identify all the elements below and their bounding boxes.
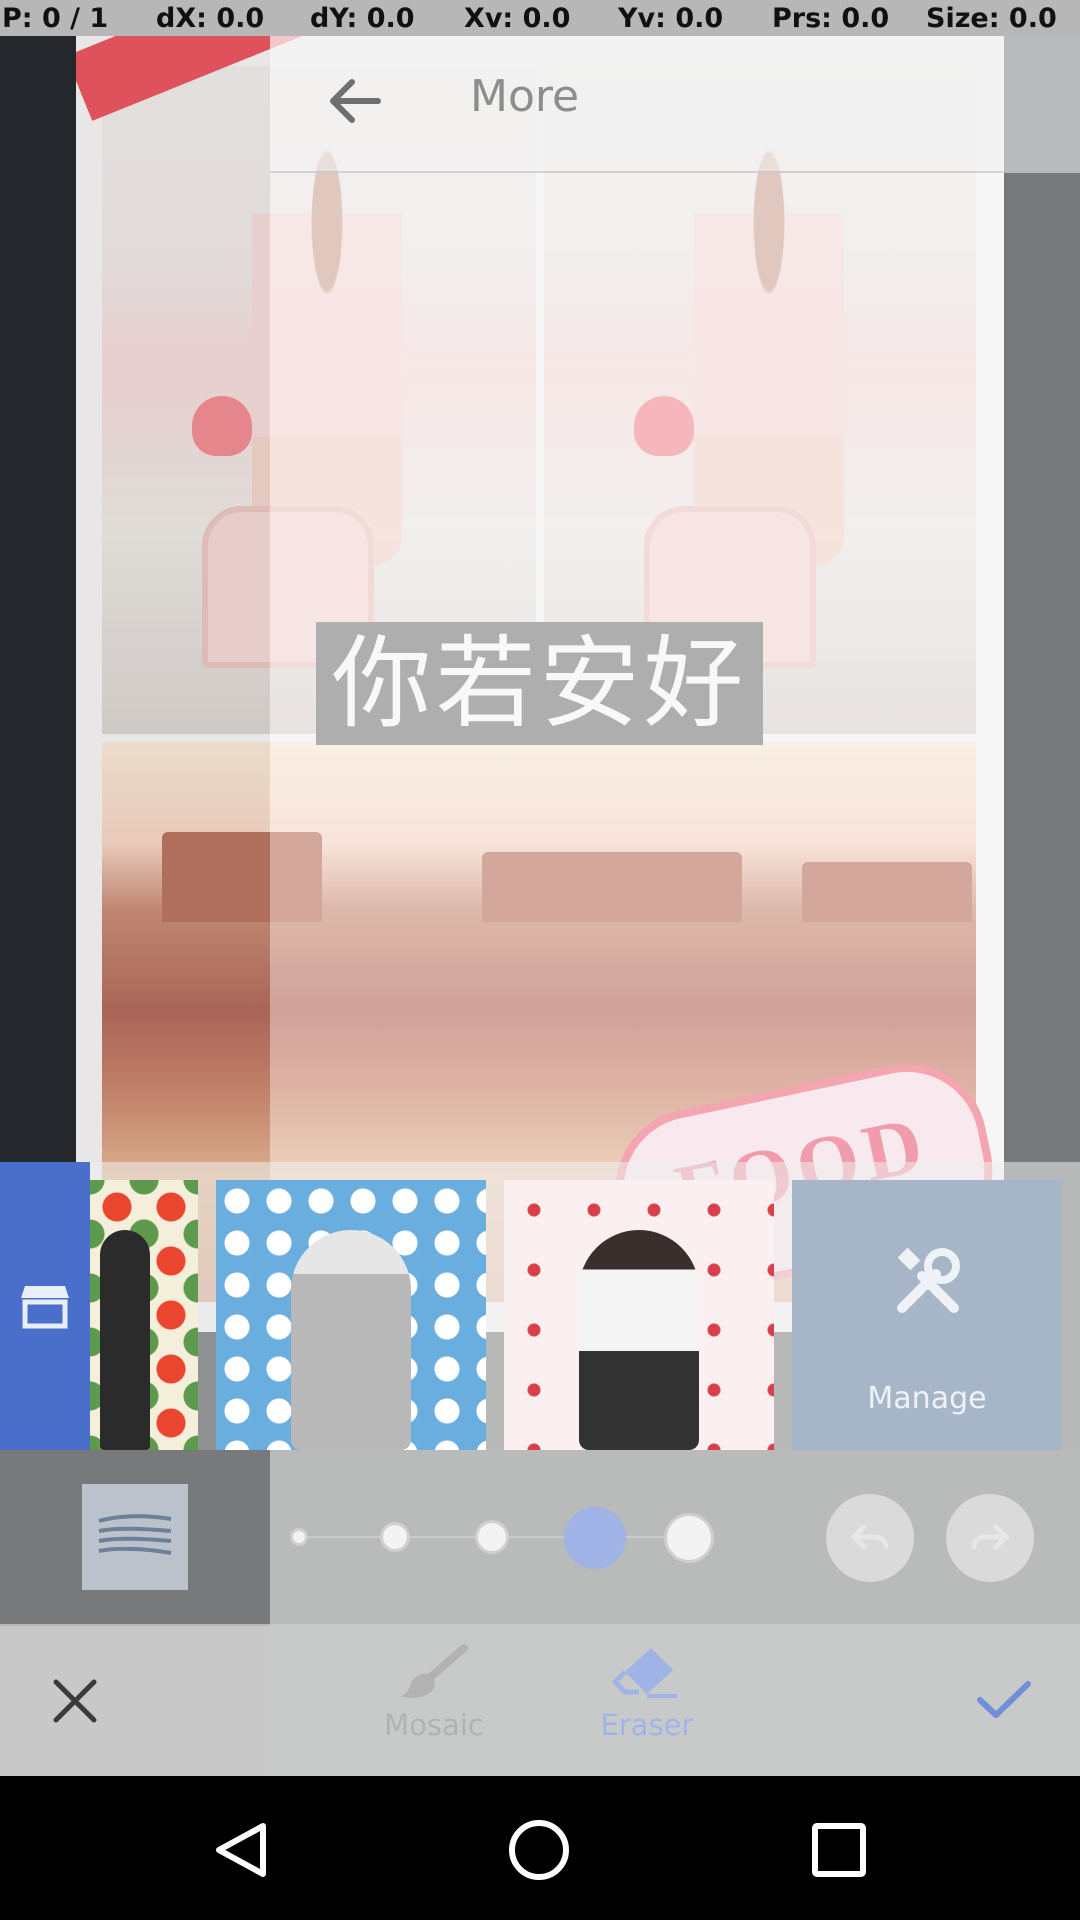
pointer-location-bar: P: 0 / 1 dX: 0.0 dY: 0.0 Xv: 0.0 Yv: 0.0… — [0, 0, 1080, 36]
mosaic-tool[interactable]: Mosaic — [359, 1644, 509, 1764]
arrow-left-icon — [330, 79, 381, 123]
mosaic-label: Mosaic — [384, 1708, 484, 1742]
redo-button[interactable] — [946, 1494, 1034, 1582]
circle-home-icon — [509, 1820, 569, 1880]
close-icon — [53, 1679, 97, 1723]
brush-preview[interactable] — [82, 1484, 188, 1590]
sticker-thumbnail[interactable] — [90, 1180, 198, 1450]
brush-size-option[interactable] — [475, 1520, 509, 1554]
velocity-x: Xv: 0.0 — [464, 2, 571, 34]
pressure: Prs: 0.0 — [772, 2, 890, 34]
manage-label: Manage — [867, 1381, 987, 1416]
wrench-screwdriver-icon — [897, 1247, 960, 1313]
check-icon — [977, 1681, 1031, 1718]
manage-button[interactable]: Manage — [792, 1180, 1062, 1450]
undo-icon — [850, 1524, 889, 1550]
velocity-y: Yv: 0.0 — [618, 2, 724, 34]
touch-size: Size: 0.0 — [926, 2, 1057, 34]
brush-size-option[interactable] — [380, 1522, 410, 1552]
undo-button[interactable] — [826, 1494, 914, 1582]
redo-icon — [971, 1524, 1010, 1550]
eraser-icon — [612, 1648, 677, 1698]
eraser-label: Eraser — [600, 1708, 694, 1742]
triangle-back-icon — [216, 1823, 266, 1877]
nav-recents-button[interactable] — [794, 1805, 884, 1895]
cancel-button[interactable] — [40, 1658, 110, 1744]
nav-home-button[interactable] — [494, 1805, 584, 1895]
sticker-store-tab[interactable] — [0, 1162, 90, 1450]
square-recents-icon — [812, 1823, 866, 1877]
brush-size-option-selected[interactable] — [564, 1507, 626, 1569]
sticker-thumbnail[interactable] — [216, 1180, 486, 1450]
delta-y: dY: 0.0 — [310, 2, 415, 34]
store-icon — [21, 1286, 69, 1329]
eraser-tool[interactable]: Eraser — [572, 1644, 722, 1764]
brush-size-option[interactable] — [290, 1528, 308, 1546]
delta-x: dX: 0.0 — [156, 2, 265, 34]
sticker-thumbnail[interactable] — [504, 1180, 774, 1450]
back-button[interactable] — [310, 56, 400, 146]
confirm-button[interactable] — [964, 1660, 1044, 1740]
brush-texture-icon — [98, 1514, 172, 1555]
nav-back-button[interactable] — [196, 1805, 286, 1895]
pointer-count: P: 0 / 1 — [2, 2, 109, 34]
brush-size-option[interactable] — [664, 1513, 714, 1563]
brush-icon — [400, 1644, 468, 1698]
page-title: More — [470, 71, 580, 122]
